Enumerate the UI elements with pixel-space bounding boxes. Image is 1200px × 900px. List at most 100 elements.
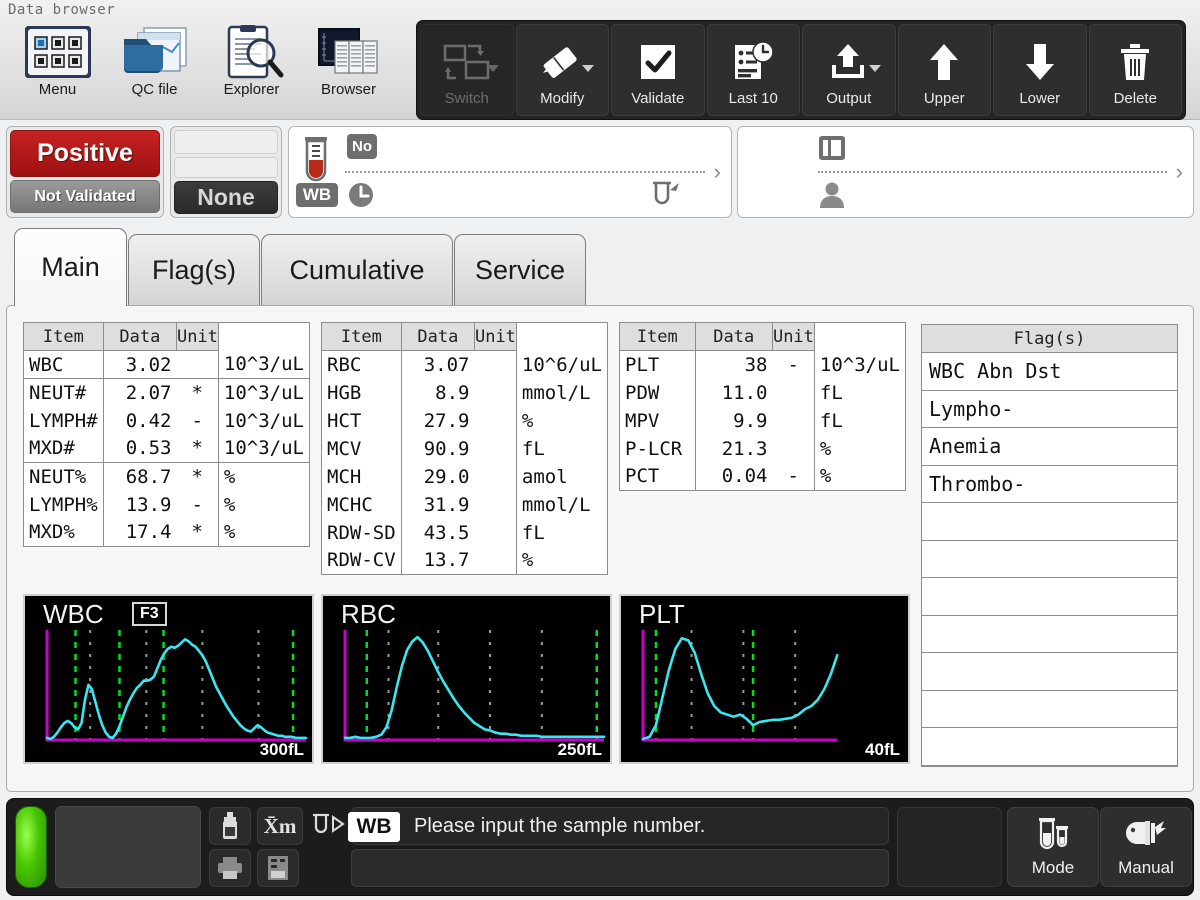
cell-value: 27.9 — [400, 406, 475, 435]
cell-unit: 10^3/uL — [813, 350, 907, 379]
tab-flags[interactable]: Flag(s) — [128, 234, 260, 306]
toolbar-button-browser[interactable]: Browser — [301, 22, 396, 110]
rbc-histogram[interactable]: RBC 250fL — [321, 594, 612, 764]
flag-row[interactable]: WBC Abn Dst — [922, 353, 1177, 391]
toolbar-button-switch[interactable]: Switch — [420, 24, 514, 116]
toolbar-button-upper[interactable]: Upper — [897, 24, 991, 116]
table-row[interactable]: NEUT% 68.7 *% — [23, 462, 311, 491]
table-row[interactable]: HCT 27.9% — [321, 406, 609, 435]
chevron-right-icon[interactable]: › — [714, 159, 721, 185]
cell-flag-mark — [772, 406, 815, 435]
toolbar-label: Output — [826, 89, 872, 107]
toolbar-button-last10[interactable]: Last 10 — [706, 24, 800, 116]
table-row[interactable]: PLT 38-10^3/uL — [619, 350, 907, 379]
table-row[interactable]: WBC 3.02 10^3/uL — [23, 350, 311, 379]
chart-axis-max-label: 40fL — [865, 740, 900, 759]
tab-strip: Main Flag(s) Cumulative Service — [14, 228, 1186, 306]
table-row[interactable]: MCH 29.0 amol — [321, 462, 609, 491]
mode-button[interactable]: Mode — [1007, 807, 1099, 887]
cell-item: LYMPH# — [23, 406, 104, 435]
toolbar-button-explorer[interactable]: Explorer — [204, 22, 299, 110]
flag-row[interactable]: Lympho- — [922, 391, 1177, 428]
cell-unit: 10^3/uL — [217, 350, 311, 379]
table-row[interactable]: RBC 3.07 10^6/uL — [321, 350, 609, 379]
cell-flag-mark: - — [176, 406, 219, 435]
table-row[interactable]: PCT 0.04-% — [619, 462, 907, 491]
cell-value: 43.5 — [400, 518, 475, 547]
toolbar-button-output[interactable]: Output — [802, 24, 896, 116]
tab-main[interactable]: Main — [14, 228, 127, 306]
toolbar-button-menu[interactable]: Menu — [10, 22, 105, 110]
tab-label: Service — [474, 255, 566, 285]
patient-id-field[interactable] — [818, 171, 1167, 173]
id-card-icon — [818, 135, 846, 166]
sample-aspirate-icon[interactable] — [307, 807, 351, 845]
tab-label: Cumulative — [289, 255, 425, 285]
cell-value: 21.3 — [694, 434, 773, 463]
tab-cumulative[interactable]: Cumulative — [261, 234, 453, 306]
cell-item: MCH — [321, 462, 402, 491]
cell-value: 90.9 — [400, 434, 475, 463]
flag-row[interactable] — [922, 653, 1177, 691]
status-info-pad[interactable] — [55, 806, 201, 888]
col-header-item: Item — [321, 322, 402, 351]
tab-service[interactable]: Service — [454, 234, 586, 306]
cell-item: PDW — [619, 378, 696, 407]
table-row[interactable]: P-LCR 21.3% — [619, 434, 907, 463]
toolbar-button-delete[interactable]: Delete — [1088, 24, 1182, 116]
table-row[interactable]: LYMPH% 13.9-% — [23, 490, 311, 519]
tubes-mode-icon — [1033, 817, 1073, 856]
flag-row[interactable]: Anemia — [922, 428, 1177, 466]
table-row[interactable]: RDW-CV 13.7% — [321, 546, 609, 575]
cell-unit: 10^6/uL — [515, 350, 609, 379]
status-badge-validation: Not Validated — [10, 180, 160, 213]
flag-row[interactable] — [922, 541, 1177, 578]
col-header-item: Item — [23, 322, 104, 351]
cell-unit: % — [515, 406, 609, 435]
host-computer-icon[interactable] — [257, 849, 299, 887]
mode-button-label: Mode — [1031, 857, 1075, 877]
table-row[interactable]: MPV 9.9 fL — [619, 406, 907, 435]
chevron-down-icon — [486, 65, 499, 72]
table-row[interactable]: PDW 11.0 fL — [619, 378, 907, 407]
flag-row[interactable] — [922, 616, 1177, 653]
status-badge-none: None — [174, 181, 278, 214]
wbc-histogram[interactable]: WBC F3 300fL — [23, 594, 314, 764]
patient-id-panel[interactable]: › — [737, 126, 1194, 218]
table-row[interactable]: NEUT# 2.07 * 10^3/uL — [23, 378, 311, 407]
last10-clock-icon — [731, 35, 775, 89]
manual-button[interactable]: Manual — [1100, 807, 1192, 887]
flag-row[interactable] — [922, 503, 1177, 541]
cell-item: LYMPH% — [23, 490, 104, 519]
table-row[interactable]: MCV 90.9 fL — [321, 434, 609, 463]
status-row: Positive Not Validated None WB No › › — [0, 122, 1200, 222]
reagent-bottle-icon[interactable] — [209, 807, 251, 845]
toolbar-button-modify[interactable]: Modify — [515, 24, 609, 116]
secondary-status-panel[interactable]: None — [170, 126, 282, 218]
arrow-down-icon — [1020, 35, 1060, 89]
table-row[interactable]: HGB 8.9 mmol/L — [321, 378, 609, 407]
table-row[interactable]: MXD% 17.4 *% — [23, 518, 311, 547]
toolbar-button-validate[interactable]: Validate — [611, 24, 705, 116]
cell-value: 0.42 — [102, 406, 177, 435]
table-row[interactable]: LYMPH# 0.42-10^3/uL — [23, 406, 311, 435]
plt-histogram[interactable]: PLT 40fL — [619, 594, 910, 764]
flag-row[interactable]: Thrombo- — [922, 466, 1177, 503]
toolbar-button-lower[interactable]: Lower — [993, 24, 1087, 116]
cell-item: PCT — [619, 462, 696, 491]
table-row[interactable]: MXD# 0.53 * 10^3/uL — [23, 434, 311, 463]
flag-row[interactable] — [922, 691, 1177, 728]
cell-value: 29.0 — [400, 462, 475, 491]
result-status-panel[interactable]: Positive Not Validated — [6, 126, 164, 218]
qc-file-chart-icon — [122, 22, 188, 82]
printer-icon[interactable] — [209, 849, 251, 887]
table-row[interactable]: RDW-SD 43.5 fL — [321, 518, 609, 547]
xm-mean-icon[interactable]: X̄m — [257, 807, 303, 845]
toolbar-button-qc-file[interactable]: QC file — [107, 22, 202, 110]
flag-row[interactable] — [922, 728, 1177, 766]
flag-row[interactable] — [922, 578, 1177, 616]
chevron-right-icon[interactable]: › — [1176, 159, 1183, 185]
sample-number-input[interactable] — [351, 849, 889, 887]
table-row[interactable]: MCHC 31.9 mmol/L — [321, 490, 609, 519]
sample-info-panel[interactable]: WB No › — [288, 126, 732, 218]
